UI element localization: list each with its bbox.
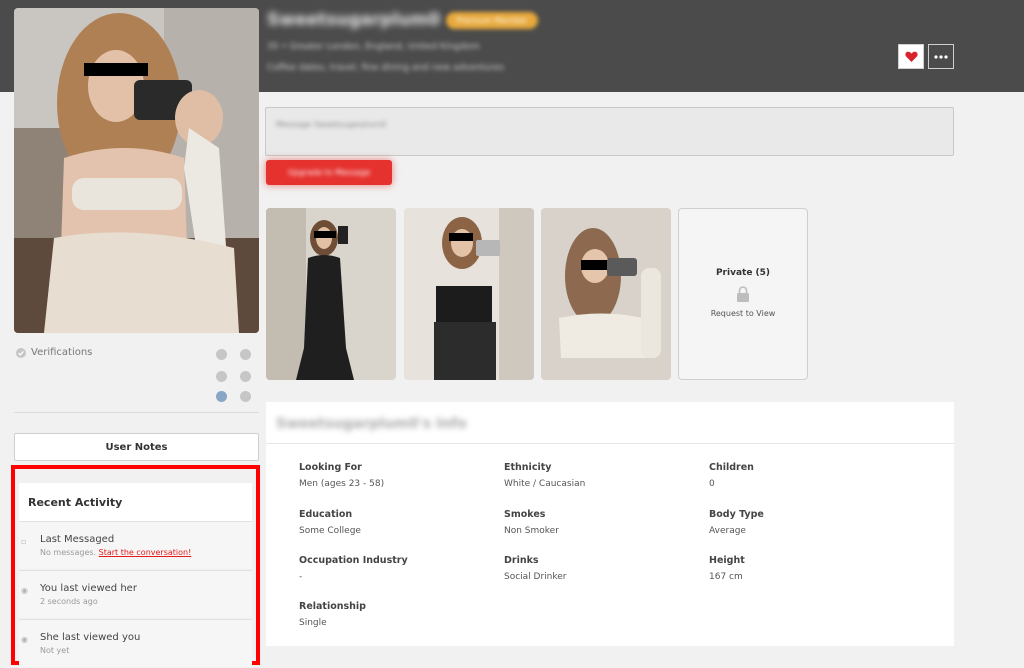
field-value: Men (ages 23 - 58) [299,479,385,489]
lock-icon [737,286,749,302]
info-field-relationship: Relationship Single [299,601,499,628]
more-options-button[interactable] [928,44,954,69]
user-icon [240,349,251,360]
eye-icon: ◉ [21,635,28,644]
profile-info-panel: Sweetsugarplum0's Info Looking For Men (… [266,402,954,646]
user-notes-button[interactable]: User Notes [14,433,259,461]
field-label: Children [709,462,754,473]
verifications-heading: Verifications [16,347,92,358]
info-divider [266,443,954,444]
private-photos-card[interactable]: Private (5) Request to View [678,208,808,380]
heart-icon [904,51,918,62]
activity-subtitle: 2 seconds ago [40,597,98,606]
more-dots-icon [934,54,948,59]
field-label: Height [709,555,745,566]
instagram-icon [216,391,227,402]
eye-icon: ◉ [21,586,28,595]
field-value: - [299,572,303,582]
field-label: Body Type [709,509,764,520]
field-value: 167 cm [709,572,743,582]
profile-location: 35 • Greater London, England, United Kin… [267,42,480,52]
field-label: Occupation Industry [299,555,408,566]
activity-status: No messages. [40,548,97,557]
field-label: Ethnicity [504,462,552,473]
field-value: Some College [299,526,361,536]
verifications-section: Verifications [16,347,256,407]
field-value: Social Drinker [504,572,567,582]
phone-icon [216,371,227,382]
member-badge: Premium Member [446,12,538,29]
info-field-looking-for: Looking For Men (ages 23 - 58) [299,462,499,489]
verifications-label: Verifications [31,347,93,358]
info-field-education: Education Some College [299,509,499,536]
activity-item-she-viewed: ◉ She last viewed you Not yet [19,619,252,667]
activity-title: She last viewed you [40,632,141,643]
activity-title: You last viewed her [40,583,137,594]
sidebar-divider [14,412,259,413]
activity-title: Last Messaged [40,534,115,545]
activity-item-last-messaged: ▫ Last Messaged No messages. Start the c… [19,521,252,569]
gallery-photo[interactable] [541,208,671,380]
check-circle-icon [16,347,26,358]
message-input[interactable]: Message Sweetsugarplum0 [265,107,954,156]
info-field-occupation: Occupation Industry - [299,555,499,582]
info-field-smokes: Smokes Non Smoker [504,509,704,536]
private-photos-count: Private (5) [715,268,771,278]
field-label: Relationship [299,601,366,612]
field-label: Looking For [299,462,362,473]
field-value: Non Smoker [504,526,559,536]
field-value: 0 [709,479,715,489]
info-field-children: Children 0 [709,462,909,489]
activity-subtitle: Not yet [40,646,70,655]
start-conversation-link[interactable]: Start the conversation! [99,548,192,557]
facebook-icon [240,371,251,382]
activity-item-you-viewed: ◉ You last viewed her 2 seconds ago [19,570,252,618]
field-label: Smokes [504,509,546,520]
recent-activity-title: Recent Activity [19,483,252,521]
upgrade-label: Upgrade to Message [287,168,371,177]
info-field-body-type: Body Type Average [709,509,909,536]
message-placeholder: Message Sweetsugarplum0 [276,120,386,129]
activity-subtitle: No messages. Start the conversation! [40,548,252,557]
field-value: Average [709,526,746,536]
info-field-drinks: Drinks Social Drinker [504,555,704,582]
info-field-ethnicity: Ethnicity White / Caucasian [504,462,704,489]
field-label: Education [299,509,353,520]
linkedin-icon [240,391,251,402]
info-title: Sweetsugarplum0's Info [276,416,467,432]
request-to-view-link[interactable]: Request to View [679,309,807,318]
message-icon: ▫ [21,537,27,546]
check-icon [216,349,227,360]
info-field-height: Height 167 cm [709,555,909,582]
favorite-button[interactable] [898,44,924,69]
field-value: Single [299,618,327,628]
field-label: Drinks [504,555,539,566]
recent-activity-panel: Recent Activity ▫ Last Messaged No messa… [11,465,260,667]
gallery-photo[interactable] [266,208,396,380]
upgrade-to-message-button[interactable]: Upgrade to Message [266,160,392,185]
field-value: White / Caucasian [504,479,586,489]
profile-username: Sweetsugarplum0 [267,10,441,30]
profile-main-photo[interactable] [14,8,259,333]
gallery-photo[interactable] [404,208,534,380]
profile-tagline: Coffee dates, travel, fine dining and ne… [267,63,504,73]
